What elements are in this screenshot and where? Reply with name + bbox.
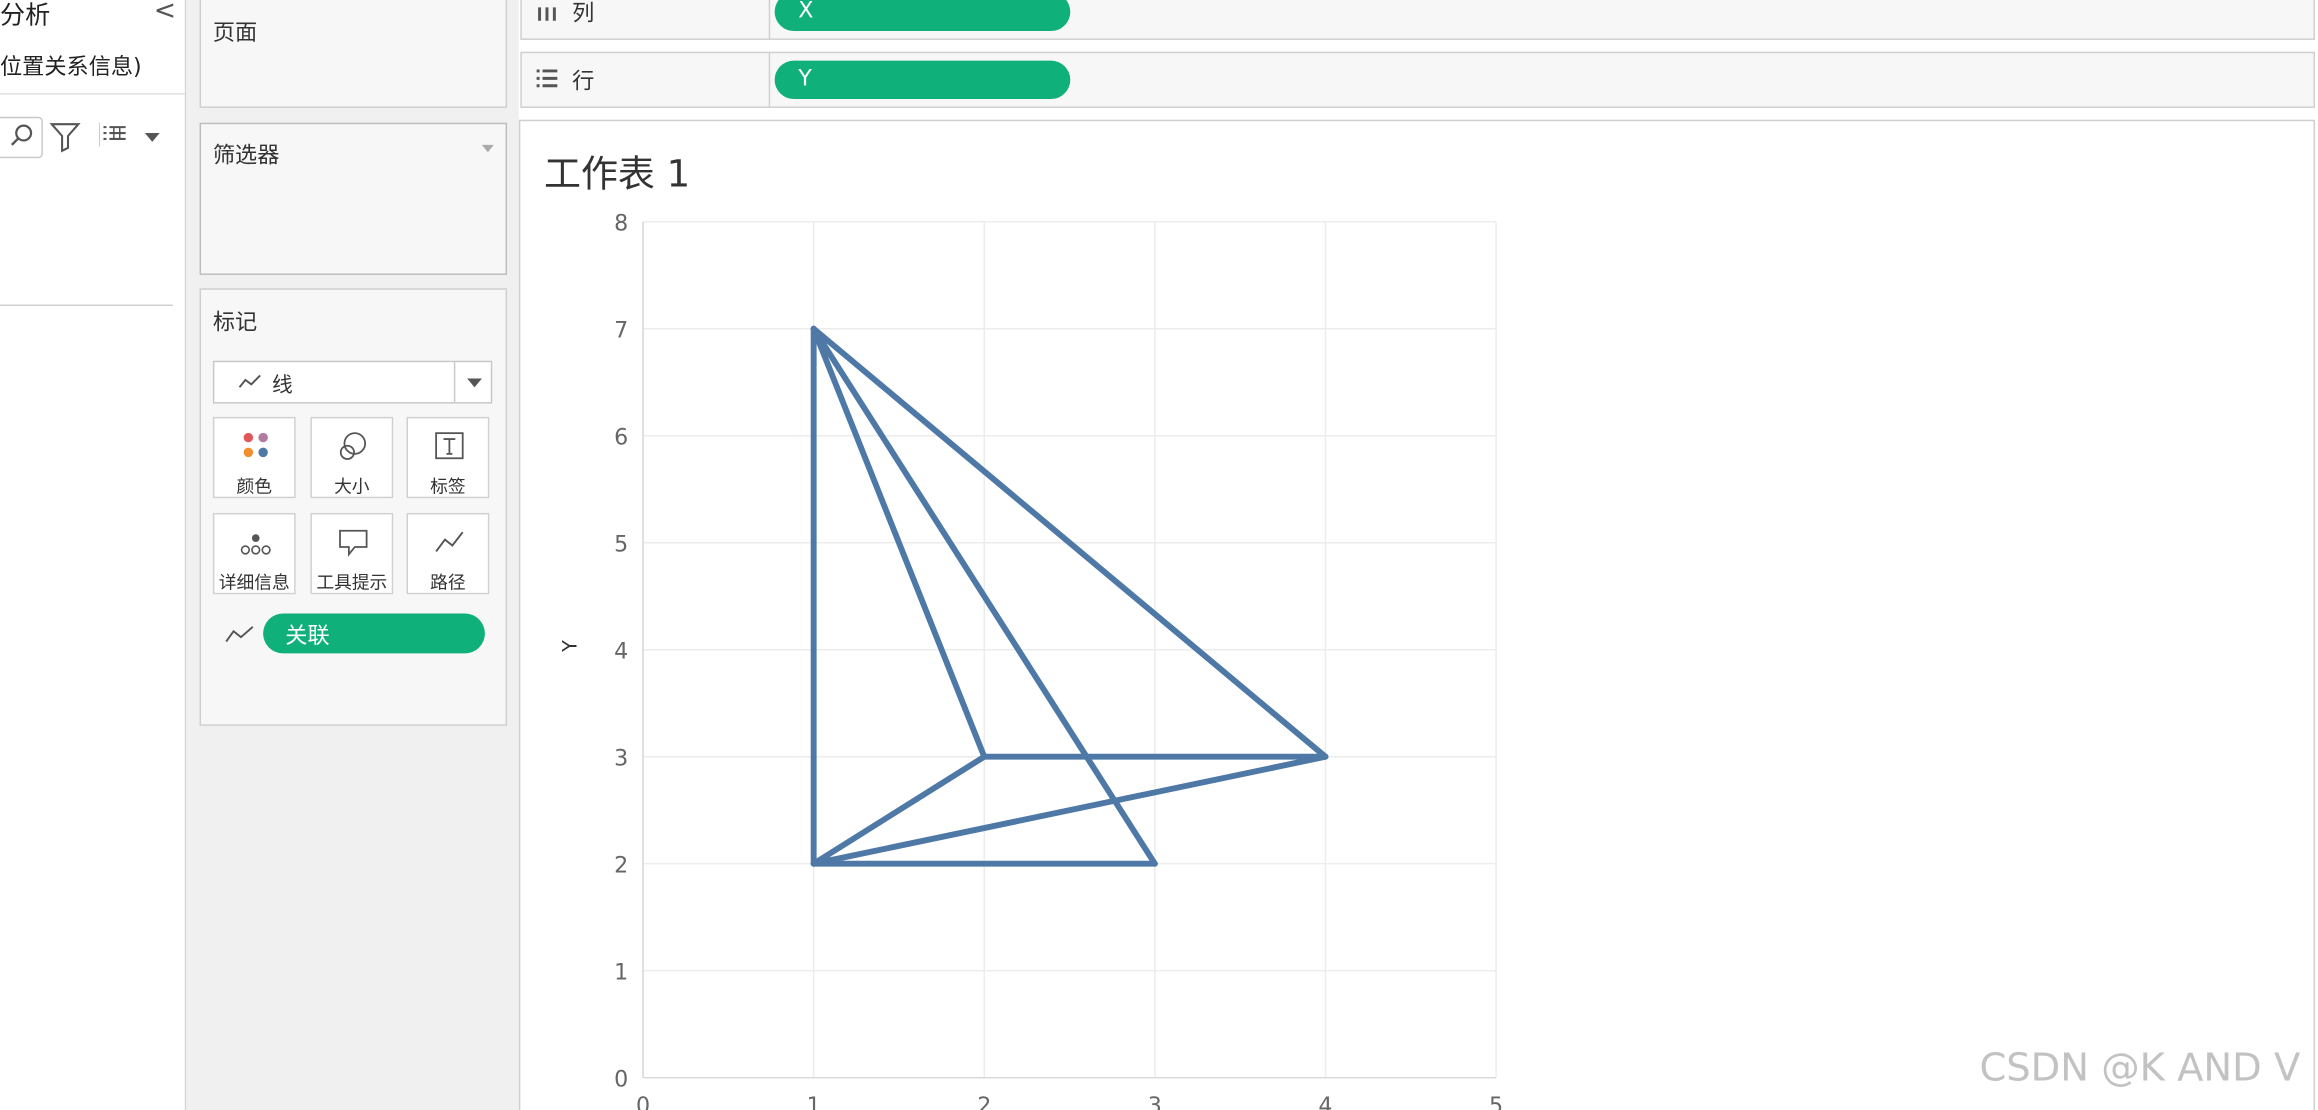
size-button-label: 大小 — [334, 476, 370, 497]
divider — [768, 0, 771, 39]
columns-field-label: X — [798, 0, 814, 24]
divider — [0, 304, 173, 307]
marks-card-title: 标记 — [212, 308, 258, 336]
pages-card[interactable]: 页面 — [199, 0, 508, 108]
path-button[interactable]: 路径 — [406, 512, 490, 595]
columns-shelf[interactable]: 列 X — [520, 0, 2316, 40]
y-tick-label: 5 — [614, 532, 628, 558]
x-tick-label: 3 — [1148, 1093, 1162, 1110]
tooltip-button-label: 工具提示 — [316, 572, 388, 593]
line-chart[interactable]: 0 1 2 3 4 5 6 7 8 0 1 2 3 4 5 Y — [520, 207, 1555, 1110]
collapse-pane-button[interactable]: < — [154, 0, 176, 27]
color-dots-icon — [243, 432, 268, 458]
card-menu-caret-icon[interactable] — [481, 144, 494, 153]
datasource-name[interactable]: 位置关系信息) — [0, 50, 142, 81]
divider — [768, 53, 771, 107]
rows-field-pill[interactable]: Y — [774, 60, 1071, 100]
x-tick-label: 2 — [977, 1093, 991, 1110]
filters-card[interactable]: 筛选器 — [199, 122, 508, 275]
line-segment[interactable] — [810, 753, 1329, 867]
divider — [0, 93, 185, 95]
filter-icon[interactable] — [49, 118, 82, 153]
watermark: CSDN @K AND V — [1979, 1046, 2301, 1091]
columns-field-pill[interactable]: X — [774, 0, 1071, 32]
pages-card-title: 页面 — [212, 19, 258, 46]
chevron-down-icon[interactable] — [143, 124, 161, 148]
label-button[interactable]: 标签 — [406, 416, 490, 499]
y-tick-label: 7 — [614, 318, 628, 344]
y-tick-label: 1 — [614, 960, 628, 986]
label-button-label: 标签 — [430, 476, 466, 497]
line-marks[interactable] — [810, 325, 1329, 867]
x-tick-label: 5 — [1489, 1093, 1503, 1110]
path-line-icon — [225, 626, 254, 643]
y-tick-label: 6 — [614, 425, 628, 451]
marks-field-label: 关联 — [285, 622, 330, 649]
x-tick-label: 0 — [636, 1093, 650, 1110]
mark-type-dropdown[interactable]: 线 — [212, 360, 493, 404]
columns-shelf-label: 列 — [572, 0, 595, 27]
rows-shelf[interactable]: 行 Y — [520, 51, 2316, 108]
mark-type-label: 线 — [272, 374, 293, 398]
tooltip-button[interactable]: 工具提示 — [310, 512, 394, 595]
pane-title: 分析 — [0, 1, 51, 32]
chevron-down-icon[interactable] — [467, 378, 482, 388]
sheet-title: 工作表 1 — [544, 152, 691, 196]
y-tick-label: 8 — [614, 211, 628, 237]
y-axis-title: Y — [559, 640, 582, 653]
field-stub: ) — [0, 435, 2, 457]
path-line-icon — [435, 531, 464, 552]
x-tick-label: 4 — [1318, 1093, 1332, 1110]
list-view-icon[interactable] — [99, 121, 129, 151]
detail-button-label: 详细信息 — [218, 572, 290, 593]
rows-shelf-label: 行 — [572, 68, 595, 95]
data-pane — [0, 0, 187, 1110]
filters-card-title: 筛选器 — [212, 141, 280, 169]
y-tick-label: 4 — [614, 639, 628, 665]
marks-card: 标记 线 颜色 大小 标签 详细信息 工具提示 路径 关联 — [199, 288, 508, 726]
color-button-label: 颜色 — [236, 476, 273, 497]
divider — [453, 362, 456, 403]
y-tick-label: 2 — [614, 853, 628, 879]
rows-icon — [536, 69, 558, 88]
detail-dots-icon — [240, 534, 271, 555]
gridlines — [642, 221, 1497, 1079]
detail-button[interactable]: 详细信息 — [212, 512, 296, 595]
size-button[interactable]: 大小 — [310, 416, 394, 499]
size-circles-icon — [339, 432, 367, 460]
tick-labels: 0 1 2 3 4 5 6 7 8 0 1 2 3 4 5 — [614, 211, 1503, 1110]
line-mark-icon — [238, 374, 261, 388]
tooltip-bubble-icon — [339, 529, 368, 557]
marks-field-pill[interactable]: 关联 — [263, 613, 485, 654]
rows-field-label: Y — [798, 65, 812, 92]
path-button-label: 路径 — [430, 572, 466, 593]
search-icon[interactable] — [6, 120, 39, 153]
color-button[interactable]: 颜色 — [212, 416, 296, 499]
columns-icon — [538, 7, 556, 21]
x-tick-label: 1 — [807, 1093, 821, 1110]
label-text-icon — [435, 432, 464, 460]
y-tick-label: 3 — [614, 746, 628, 772]
tableau-workspace: 分析 < 位置关系信息) ) 页面 筛选器 标记 — [0, 0, 2318, 1110]
y-tick-label: 0 — [614, 1067, 628, 1093]
